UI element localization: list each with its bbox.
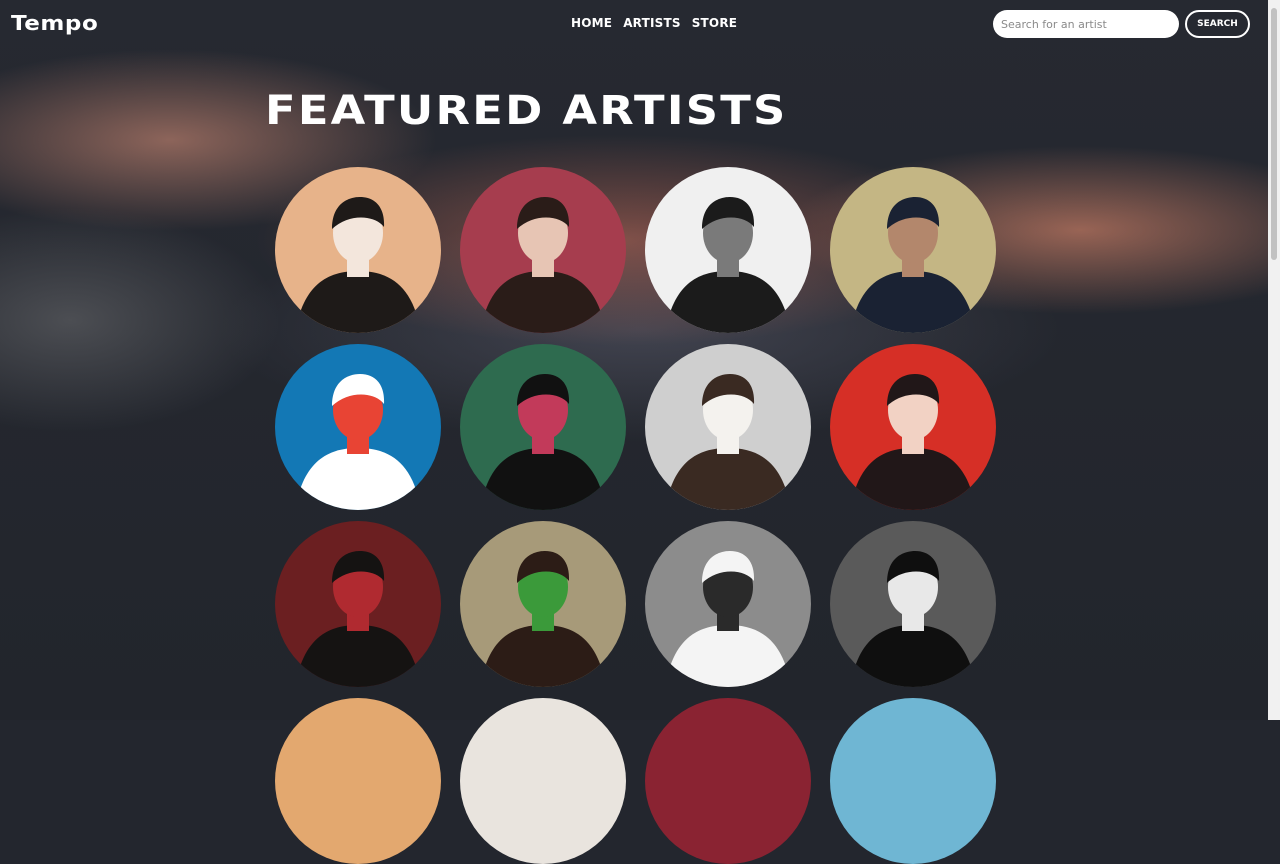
artist-card-9[interactable] (275, 521, 441, 687)
search-input[interactable] (993, 10, 1179, 38)
artist-card-13[interactable] (275, 698, 441, 864)
artist-photo-4 (830, 167, 996, 333)
artist-photo-16 (830, 698, 996, 864)
artist-card-11[interactable] (645, 521, 811, 687)
artist-photo-3 (645, 167, 811, 333)
nav-artists-link[interactable]: ARTISTS (623, 16, 681, 30)
nav-store-link[interactable]: STORE (692, 16, 737, 30)
artist-photo-13 (275, 698, 441, 864)
artist-card-2[interactable] (460, 167, 626, 333)
artist-photo-15 (645, 698, 811, 864)
main-nav: HOME ARTISTS STORE (571, 16, 737, 30)
scrollbar-thumb[interactable] (1271, 8, 1277, 260)
artist-card-15[interactable] (645, 698, 811, 864)
artist-photo-8 (830, 344, 996, 510)
artist-card-8[interactable] (830, 344, 996, 510)
artist-card-14[interactable] (460, 698, 626, 864)
artist-photo-10 (460, 521, 626, 687)
page-scrollbar[interactable] (1268, 0, 1280, 720)
artist-photo-12 (830, 521, 996, 687)
artist-card-10[interactable] (460, 521, 626, 687)
artist-card-6[interactable] (460, 344, 626, 510)
artist-photo-11 (645, 521, 811, 687)
page-title: FEATURED ARTISTS (265, 88, 788, 134)
artist-photo-2 (460, 167, 626, 333)
artist-card-7[interactable] (645, 344, 811, 510)
artist-photo-9 (275, 521, 441, 687)
artist-card-4[interactable] (830, 167, 996, 333)
artist-photo-6 (460, 344, 626, 510)
top-nav-bar: Tempo HOME ARTISTS STORE SEARCH (0, 0, 1268, 48)
artist-grid (275, 167, 996, 864)
artist-photo-14 (460, 698, 626, 864)
artist-card-3[interactable] (645, 167, 811, 333)
artist-photo-1 (275, 167, 441, 333)
search-button[interactable]: SEARCH (1185, 10, 1250, 38)
artist-card-5[interactable] (275, 344, 441, 510)
artist-card-12[interactable] (830, 521, 996, 687)
artist-card-1[interactable] (275, 167, 441, 333)
tempo-logo[interactable]: Tempo (11, 11, 98, 35)
artist-photo-7 (645, 344, 811, 510)
artist-card-16[interactable] (830, 698, 996, 864)
artist-photo-5 (275, 344, 441, 510)
nav-home-link[interactable]: HOME (571, 16, 612, 30)
